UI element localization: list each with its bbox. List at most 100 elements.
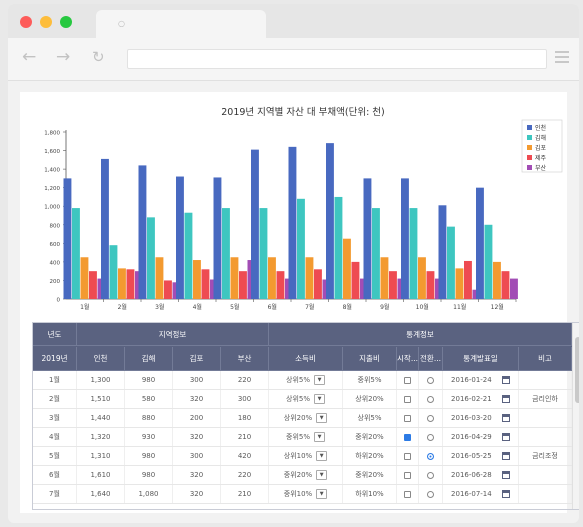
calendar-icon[interactable]	[501, 452, 510, 460]
table-row[interactable]: 6월 1,610 980 320 220 중위20% ▼ 중위20% 2016-06-28	[33, 466, 572, 485]
y-tick-label: 1,200	[44, 186, 60, 192]
chevron-down-icon[interactable]: ▼	[314, 375, 325, 385]
date-cell[interactable]: 2016-06-28	[443, 466, 519, 484]
bar-제주-1월	[89, 271, 97, 299]
bar-인천-4월	[176, 176, 184, 299]
forward-arrow-icon[interactable]: →	[56, 47, 70, 67]
chevron-down-icon[interactable]: ▼	[316, 470, 328, 480]
y-tick-label: 400	[50, 260, 61, 266]
table-row[interactable]: 5월 1,310 980 300 420 상위10% ▼ 하위20% 2016-05-25 금리…	[33, 447, 572, 466]
switch-radio[interactable]	[427, 471, 434, 479]
cell-busan: 210	[221, 428, 269, 446]
col-note[interactable]: 비고	[519, 347, 572, 371]
reload-icon[interactable]: ↻	[92, 48, 105, 66]
table-row[interactable]: 1월 1,300 980 300 220 상위5% ▼ 중위5% 2016-01-24	[33, 371, 572, 390]
chevron-down-icon[interactable]: ▼	[316, 489, 328, 499]
switch-radio[interactable]	[427, 395, 434, 403]
income-select-value: 상위5%	[286, 395, 310, 403]
income-select[interactable]: 중위5% ▼	[269, 428, 343, 446]
date-cell[interactable]: 2016-02-21	[443, 390, 519, 408]
switch-radio[interactable]	[427, 452, 434, 460]
date-cell[interactable]: 2016-04-29	[443, 428, 519, 446]
calendar-icon[interactable]	[501, 433, 510, 441]
cell-gimpo: 320	[173, 485, 221, 503]
income-select[interactable]: 상위5% ▼	[269, 390, 343, 408]
bar-김포-3월	[155, 257, 164, 299]
switch-radio[interactable]	[427, 376, 434, 384]
address-bar[interactable]	[127, 49, 547, 69]
minimize-window-button[interactable]	[40, 16, 52, 28]
chevron-down-icon[interactable]: ▼	[314, 432, 325, 442]
start-checkbox[interactable]	[404, 490, 411, 498]
y-tick-label: 600	[50, 242, 61, 248]
maximize-window-button[interactable]	[60, 16, 72, 28]
switch-radio[interactable]	[427, 490, 434, 498]
table-row[interactable]: 3월 1,440 880 200 180 상위20% ▼ 상위5% 2016-03-20	[33, 409, 572, 428]
start-cell	[397, 409, 419, 427]
start-checkbox[interactable]	[404, 471, 411, 479]
table-row[interactable]: 4월 1,320 930 320 210 중위5% ▼ 중위20% 2016-04-29	[33, 428, 572, 447]
col-date[interactable]: 통계발표일	[443, 347, 519, 371]
date-cell[interactable]: 2016-07-14	[443, 485, 519, 503]
calendar-icon[interactable]	[501, 376, 510, 384]
bar-김포-12월	[493, 261, 501, 299]
col-year[interactable]: 2019년	[33, 347, 77, 371]
scrollbar-thumb[interactable]	[575, 337, 579, 403]
bar-인천-5월	[213, 177, 222, 299]
bar-인천-3월	[138, 165, 147, 299]
start-checkbox[interactable]	[404, 433, 411, 441]
income-select[interactable]: 상위10% ▼	[269, 447, 343, 465]
bar-김해-7월	[297, 198, 305, 299]
income-select[interactable]: 상위20% ▼	[269, 409, 343, 427]
calendar-icon[interactable]	[501, 471, 510, 479]
chevron-down-icon[interactable]: ▼	[316, 413, 328, 423]
start-cell	[397, 428, 419, 446]
cell-gimpo: 300	[173, 447, 221, 465]
col-start[interactable]: 시작...	[397, 347, 419, 371]
cell-month: 4월	[33, 428, 77, 446]
back-arrow-icon[interactable]: ←	[22, 47, 36, 67]
table-row[interactable]: 2월 1,510 580 320 300 상위5% ▼ 상위20% 2016-02-21 금리인…	[33, 390, 572, 409]
date-cell[interactable]: 2016-03-20	[443, 409, 519, 427]
switch-radio[interactable]	[427, 433, 434, 441]
bar-제주-3월	[164, 280, 172, 299]
col-expense[interactable]: 지출비	[343, 347, 397, 371]
col-switch[interactable]: 전환...	[419, 347, 443, 371]
table-row[interactable]: 7월 1,640 1,080 320 210 중위10% ▼ 하위10% 2016-07-14	[33, 485, 572, 504]
grid-vertical-scrollbar[interactable]	[572, 323, 579, 509]
income-select[interactable]: 상위5% ▼	[269, 371, 343, 389]
col-income[interactable]: 소득비	[269, 347, 343, 371]
income-select[interactable]: 중위10% ▼	[269, 485, 343, 503]
cell-gimhae: 930	[125, 428, 173, 446]
start-checkbox[interactable]	[404, 414, 411, 422]
chevron-down-icon[interactable]: ▼	[314, 394, 325, 404]
col-busan[interactable]: 부산	[221, 347, 269, 371]
income-select-value: 중위10%	[283, 490, 313, 498]
calendar-icon[interactable]	[501, 395, 510, 403]
cell-gimhae: 880	[125, 409, 173, 427]
col-gimpo[interactable]: 김포	[173, 347, 221, 371]
close-window-button[interactable]	[20, 16, 32, 28]
y-tick-label: 1,800	[44, 131, 60, 137]
expense-value: 중위20%	[343, 428, 397, 446]
start-checkbox[interactable]	[404, 452, 411, 460]
income-select[interactable]: 중위20% ▼	[269, 466, 343, 484]
start-checkbox[interactable]	[404, 376, 411, 384]
bar-제주-8월	[351, 261, 360, 299]
calendar-icon[interactable]	[501, 490, 510, 498]
col-gimhae[interactable]: 김해	[125, 347, 173, 371]
col-incheon[interactable]: 인천	[77, 347, 125, 371]
bar-김해-3월	[147, 217, 155, 299]
bar-김해-1월	[72, 208, 80, 299]
bar-김해-10월	[409, 208, 418, 299]
browser-tab[interactable]: ○	[96, 10, 266, 38]
calendar-icon[interactable]	[501, 414, 510, 422]
bar-인천-12월	[476, 187, 484, 299]
switch-radio[interactable]	[427, 414, 434, 422]
date-cell[interactable]: 2016-05-25	[443, 447, 519, 465]
chevron-down-icon[interactable]: ▼	[316, 451, 328, 461]
hamburger-menu-icon[interactable]	[555, 51, 569, 66]
date-cell[interactable]: 2016-01-24	[443, 371, 519, 389]
bar-김포-9월	[380, 257, 389, 299]
start-checkbox[interactable]	[404, 395, 411, 403]
